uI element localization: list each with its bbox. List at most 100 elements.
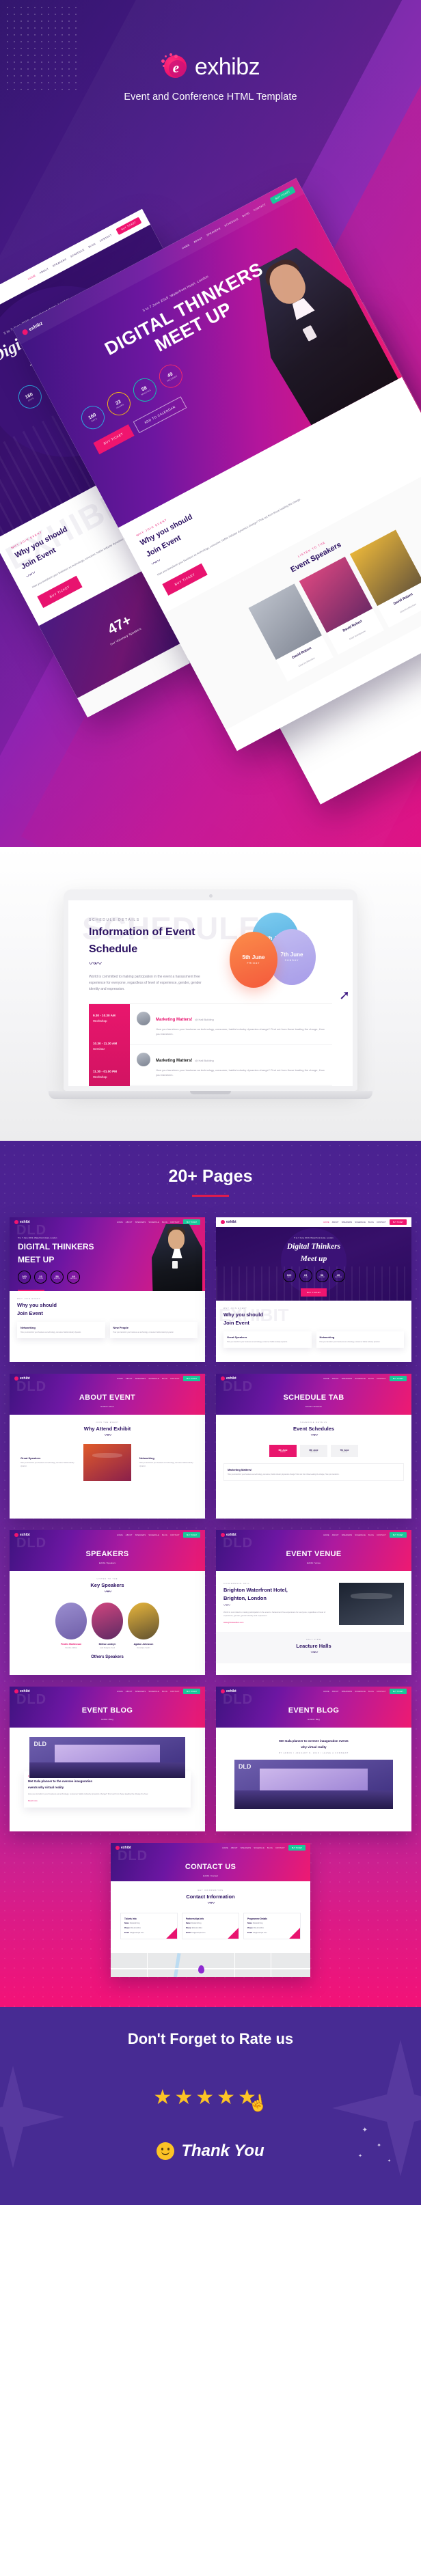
nav-link-about[interactable]: ABOUT — [332, 1221, 339, 1223]
buy-ticket-button[interactable]: BUY TICKET — [182, 1532, 200, 1538]
star-icon[interactable]: ★ — [174, 2087, 193, 2108]
nav-link-blog[interactable]: BLOG — [368, 1221, 374, 1223]
nav-link-contact[interactable]: CONTACT — [377, 1691, 386, 1693]
buy-ticket-button[interactable]: BUY TICKET — [389, 1376, 407, 1381]
page-thumbnail-about-event[interactable]: DLD exhibt HOME ABOUT SPEAKERS SCHEDULE … — [10, 1374, 205, 1519]
nav-link-home[interactable]: HOME — [323, 1534, 329, 1536]
buy-ticket-button[interactable]: BUY TICKET — [18, 1289, 44, 1291]
nav-link-schedule[interactable]: SCHEDULE — [148, 1221, 159, 1223]
page-thumbnail-home-v1[interactable]: DLD exhibt HOME ABOUT SPEAKERS SCHEDULE … — [10, 1217, 205, 1362]
nav-link-schedule[interactable]: SCHEDULE — [355, 1691, 366, 1693]
nav-link-home[interactable]: HOME — [222, 1847, 228, 1849]
nav-link-blog[interactable]: BLOG — [162, 1221, 167, 1223]
page-thumbnail-speakers[interactable]: DLD exhibt HOME ABOUT SPEAKERS SCHEDULE … — [10, 1530, 205, 1675]
nav-link-home[interactable]: HOME — [27, 274, 36, 280]
nav-link-schedule[interactable]: SCHEDULE — [148, 1378, 159, 1380]
buy-ticket-button[interactable]: BUY TICKET — [389, 1532, 407, 1538]
nav-link-contact[interactable]: CONTACT — [253, 203, 266, 212]
nav-link-contact[interactable]: CONTACT — [377, 1221, 386, 1223]
star-rating[interactable]: ★ ★ ★ ★ ★ ☝ — [153, 2082, 269, 2114]
nav-link-schedule[interactable]: SCHEDULE — [254, 1847, 264, 1849]
schedule-row[interactable]: Marketing Matters!@ Hall Building — [130, 1085, 332, 1086]
nav-link-schedule[interactable]: SCHEDULE — [355, 1221, 366, 1223]
nav-link-blog[interactable]: BLOG — [368, 1378, 374, 1380]
nav-link-schedule[interactable]: SCHEDULE — [70, 249, 85, 258]
page-thumbnail-home-v2[interactable]: exhibt HOME ABOUT SPEAKERS SCHEDULE BLOG… — [216, 1217, 411, 1362]
schedule-row[interactable]: Marketing Matters! @ Hall Building How yo… — [130, 1004, 332, 1045]
page-thumbnail-contact-us[interactable]: DLD exhibt HOME ABOUT SPEAKERS SCHEDULE … — [111, 1843, 310, 1977]
speaker-card[interactable]: Melisa Lundryn Lead Designer, Feed — [92, 1602, 123, 1649]
star-icon[interactable]: ★ — [195, 2087, 214, 2108]
nav-link-blog[interactable]: BLOG — [162, 1691, 167, 1693]
nav-link-about[interactable]: ABOUT — [332, 1691, 339, 1693]
nav-link-speakers[interactable]: SPEAKERS — [342, 1221, 353, 1223]
star-icon[interactable]: ★ — [217, 2087, 235, 2108]
nav-link-contact[interactable]: CONTACT — [377, 1378, 386, 1380]
page-thumbnail-event-blog-single[interactable]: DLD exhibt HOME ABOUT SPEAKERS SCHEDULE … — [216, 1687, 411, 1831]
buy-ticket-button[interactable]: BUY TICKET — [182, 1376, 200, 1381]
speaker-card[interactable]: Agaton Johnsson Developer, Searin — [128, 1602, 159, 1649]
nav-link-speakers[interactable]: SPEAKERS — [241, 1847, 252, 1849]
nav-link-schedule[interactable]: SCHEDULE — [355, 1378, 366, 1380]
nav-link-contact[interactable]: CONTACT — [275, 1847, 285, 1849]
star-icon[interactable]: ★ — [153, 2087, 172, 2108]
nav-link-contact[interactable]: CONTACT — [99, 234, 112, 243]
nav-link-contact[interactable]: CONTACT — [170, 1534, 180, 1536]
buy-ticket-button[interactable]: BUY TICKET — [182, 1219, 200, 1225]
buy-ticket-button[interactable]: BUY TICKET — [389, 1689, 407, 1694]
nav-link-contact[interactable]: CONTACT — [170, 1378, 180, 1380]
nav-link-about[interactable]: ABOUT — [332, 1534, 339, 1536]
nav-link-about[interactable]: ABOUT — [126, 1534, 133, 1536]
venn-day-5[interactable]: 5th June FRIDAY — [230, 931, 277, 988]
schedule-row[interactable]: Marketing Matters! @ Hall Building How yo… — [130, 1045, 332, 1085]
nav-link-schedule[interactable]: SCHEDULE — [148, 1691, 159, 1693]
nav-link-about[interactable]: ABOUT — [126, 1221, 133, 1223]
nav-link-speakers[interactable]: SPEAKERS — [135, 1221, 146, 1223]
nav-link-about[interactable]: ABOUT — [126, 1691, 133, 1693]
nav-link-home[interactable]: HOME — [182, 243, 191, 249]
nav-link-home[interactable]: HOME — [117, 1534, 123, 1536]
nav-link-about[interactable]: ABOUT — [39, 267, 49, 274]
hero-buy-ticket-button[interactable]: BUY TICKET — [93, 424, 135, 455]
nav-link-speakers[interactable]: SPEAKERS — [342, 1691, 353, 1693]
speaker-card[interactable]: Fredric Martinsson Founder, Adidas — [55, 1602, 87, 1649]
page-thumbnail-schedule-tab[interactable]: DLD exhibt HOME ABOUT SPEAKERS SCHEDULE … — [216, 1374, 411, 1519]
nav-link-home[interactable]: HOME — [117, 1221, 123, 1223]
tab-day-6[interactable]: 6th June SATURDAY — [300, 1444, 327, 1457]
nav-link-home[interactable]: HOME — [117, 1691, 123, 1693]
nav-link-blog[interactable]: BLOG — [162, 1378, 167, 1380]
nav-link-home[interactable]: HOME — [323, 1691, 329, 1693]
nav-link-contact[interactable]: CONTACT — [377, 1534, 386, 1536]
page-thumbnail-event-venue[interactable]: DLD exhibt HOME ABOUT SPEAKERS SCHEDULE … — [216, 1530, 411, 1675]
venue-link[interactable]: www.ghosweethen.com — [223, 1621, 334, 1624]
read-more-link[interactable]: Read more — [28, 1799, 187, 1802]
nav-link-blog[interactable]: BLOG — [88, 243, 96, 249]
nav-link-about[interactable]: ABOUT — [231, 1847, 238, 1849]
nav-link-home[interactable]: HOME — [117, 1378, 123, 1380]
nav-link-speakers[interactable]: SPEAKERS — [206, 227, 221, 236]
nav-link-home[interactable]: HOME — [323, 1221, 329, 1223]
nav-link-blog[interactable]: BLOG — [242, 212, 250, 218]
page-thumbnail-event-blog-grid[interactable]: DLD exhibt HOME ABOUT SPEAKERS SCHEDULE … — [10, 1687, 205, 1831]
nav-link-home[interactable]: HOME — [323, 1378, 329, 1380]
nav-link-speakers[interactable]: SPEAKERS — [135, 1691, 146, 1693]
nav-link-contact[interactable]: CONTACT — [170, 1691, 180, 1693]
buy-ticket-button[interactable]: BUY TICKET — [300, 1288, 327, 1297]
nav-link-speakers[interactable]: SPEAKERS — [342, 1378, 353, 1380]
nav-link-schedule[interactable]: SCHEDULE — [224, 217, 239, 227]
buy-ticket-button[interactable]: BUY TICKET — [182, 1689, 200, 1694]
nav-link-blog[interactable]: BLOG — [162, 1534, 167, 1536]
nav-link-schedule[interactable]: SCHEDULE — [148, 1534, 159, 1536]
tab-day-5[interactable]: 5th June FRIDAY — [269, 1444, 297, 1457]
buy-ticket-button[interactable]: BUY TICKET — [288, 1845, 305, 1851]
tab-day-7[interactable]: 7th June SUNDAY — [331, 1444, 358, 1457]
nav-link-schedule[interactable]: SCHEDULE — [355, 1534, 366, 1536]
nav-link-speakers[interactable]: SPEAKERS — [135, 1378, 146, 1380]
nav-link-blog[interactable]: BLOG — [368, 1534, 374, 1536]
nav-link-about[interactable]: ABOUT — [126, 1378, 133, 1380]
nav-link-about[interactable]: ABOUT — [332, 1378, 339, 1380]
nav-link-speakers[interactable]: SPEAKERS — [135, 1534, 146, 1536]
nav-link-blog[interactable]: BLOG — [267, 1847, 273, 1849]
buy-ticket-button[interactable]: BUY TICKET — [389, 1219, 407, 1225]
nav-link-about[interactable]: ABOUT — [193, 236, 204, 243]
